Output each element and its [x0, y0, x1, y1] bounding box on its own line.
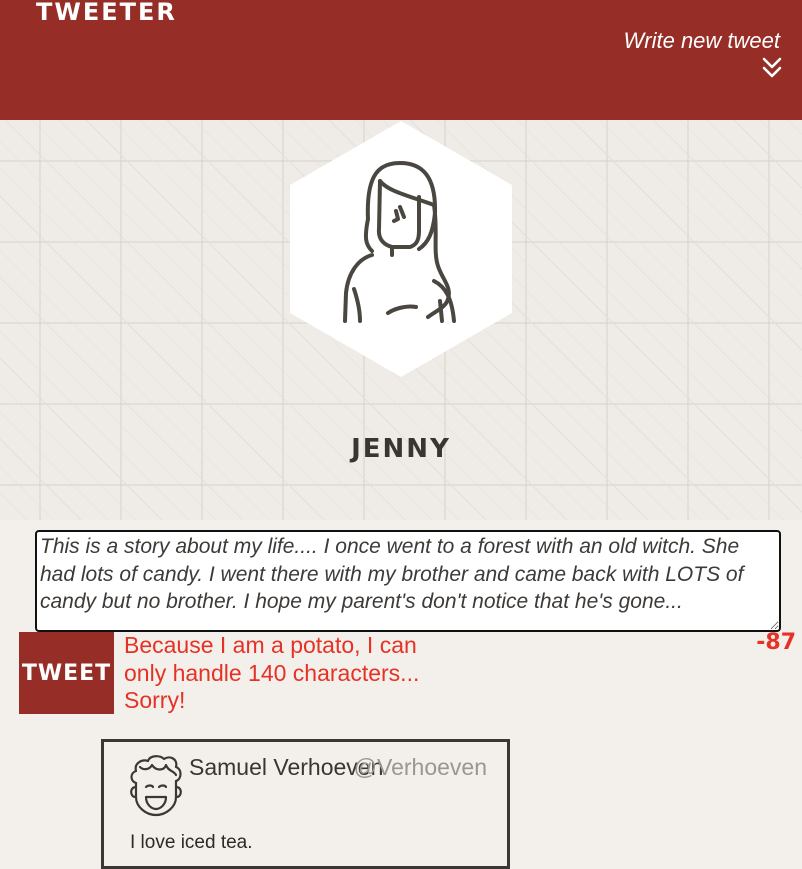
- tweet-card: Samuel Verhoeven @Verhoeven I love iced …: [101, 739, 510, 869]
- curly-hair-avatar-icon: [130, 755, 182, 817]
- character-limit-error: Because I am a potato, I can only handle…: [124, 632, 420, 713]
- double-chevron-down-icon[interactable]: [760, 56, 784, 80]
- profile-name: JENNY: [351, 434, 451, 464]
- tweet-text: I love iced tea.: [130, 832, 253, 853]
- write-new-tweet-link[interactable]: Write new tweet: [624, 28, 781, 54]
- tweet-author-handle[interactable]: @Verhoeven: [354, 754, 487, 781]
- avatar-frame: [290, 121, 512, 377]
- tweet-compose-input[interactable]: [35, 530, 781, 632]
- character-counter: -87: [756, 630, 796, 655]
- top-header: TWEETER Write new tweet: [0, 0, 802, 120]
- tweet-button[interactable]: TWEET: [19, 632, 114, 714]
- brand-logo[interactable]: TWEETER: [36, 0, 177, 28]
